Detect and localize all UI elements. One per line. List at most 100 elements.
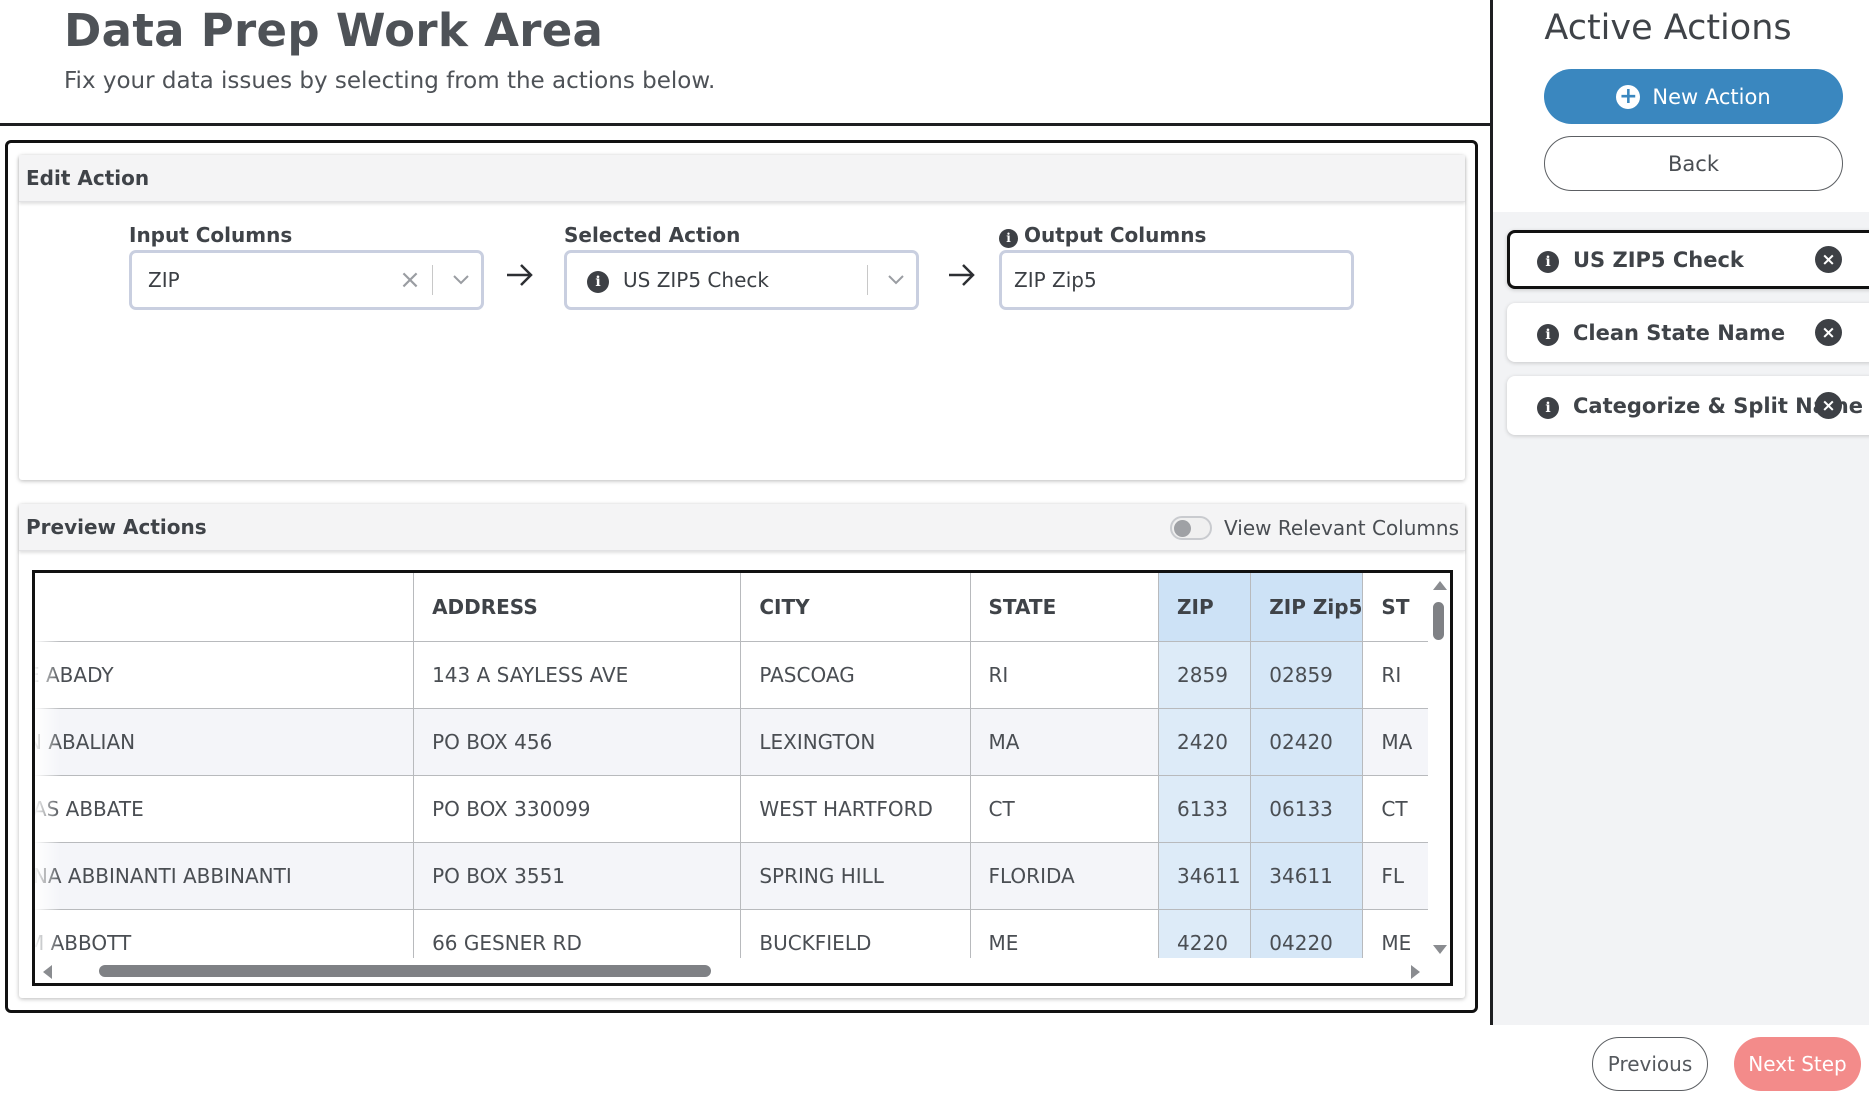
table-cell: PO BOX 330099 [413, 775, 742, 843]
column-header-city[interactable]: CITY [740, 573, 971, 642]
arrow-right-icon [947, 258, 977, 296]
table-cell: CT [970, 775, 1160, 843]
output-columns-label: Output Columns [1024, 223, 1207, 248]
column-header-zip-zip5[interactable]: ZIP Zip5 [1250, 573, 1364, 642]
selected-action-select[interactable]: i US ZIP5 Check [564, 250, 919, 310]
table-cell: SPRING HILL [740, 842, 971, 910]
table-cell: 6133 [1158, 775, 1252, 843]
table-cell: PASCOAG [740, 641, 971, 709]
sidebar-title: Active Actions [1544, 8, 1792, 48]
input-columns-select[interactable]: ZIP × [129, 250, 484, 310]
table-row: N ABALIAN PO BOX 456 LEXINGTON MA 2420 0… [35, 708, 1432, 776]
table-header-row: NAME ADDRESS CITY STATE ZIP ZIP Zip5 ST [35, 573, 1432, 642]
new-action-label: New Action [1652, 84, 1771, 109]
table-cell: 143 A SAYLESS AVE [413, 641, 742, 709]
close-circle-icon[interactable]: × [1815, 319, 1842, 346]
output-columns-input[interactable]: ZIP Zip5 [999, 250, 1354, 310]
view-relevant-columns-label: View Relevant Columns [1224, 515, 1459, 540]
view-relevant-columns-toggle[interactable] [1170, 515, 1213, 540]
horizontal-scrollbar[interactable] [35, 958, 1450, 983]
column-header-st[interactable]: ST [1362, 573, 1432, 642]
selected-action-label: Selected Action [564, 223, 741, 247]
table-cell: 34611 [1158, 842, 1252, 910]
table-cell: FLORIDA [970, 842, 1160, 910]
chevron-down-icon[interactable] [441, 253, 481, 307]
horizontal-scroll-thumb[interactable] [99, 965, 711, 977]
plus-circle-icon: + [1616, 84, 1641, 109]
selected-action-value: US ZIP5 Check [623, 268, 769, 292]
scroll-up-icon[interactable] [1433, 581, 1447, 590]
preview-actions-title: Preview Actions [26, 515, 207, 539]
previous-button[interactable]: Previous [1592, 1037, 1708, 1091]
active-action-item[interactable]: i Clean State Name × [1507, 303, 1869, 362]
table-cell: 02859 [1250, 641, 1364, 709]
active-actions-sidebar: Active Actions + New Action Back i US ZI… [1493, 0, 1869, 1025]
table-row: IAS ABBATE PO BOX 330099 WEST HARTFORD C… [35, 775, 1432, 843]
table-cell: 34611 [1250, 842, 1364, 910]
table-row: E ABADY 143 A SAYLESS AVE PASCOAG RI 285… [35, 641, 1432, 709]
next-step-button[interactable]: Next Step [1734, 1037, 1861, 1091]
table-cell: PO BOX 3551 [413, 842, 742, 910]
active-action-item[interactable]: i US ZIP5 Check × [1507, 230, 1869, 289]
info-icon[interactable]: i [1537, 247, 1559, 273]
edit-action-header: Edit Action [19, 155, 1465, 202]
input-columns-label: Input Columns [129, 223, 293, 247]
info-icon[interactable]: i [1537, 393, 1559, 419]
scroll-down-icon[interactable] [1433, 945, 1447, 954]
column-header-name[interactable]: NAME [35, 573, 415, 642]
work-area: Data Prep Work Area Fix your data issues… [0, 0, 1493, 1025]
column-header-state[interactable]: STATE [970, 573, 1160, 642]
vertical-scroll-thumb[interactable] [1433, 602, 1444, 640]
table-cell: RI [1362, 641, 1432, 709]
preview-table-frame: NAME ADDRESS CITY STATE ZIP ZIP Zip5 ST … [32, 570, 1453, 986]
new-action-button[interactable]: + New Action [1544, 69, 1843, 124]
info-icon[interactable]: i [999, 223, 1018, 248]
select-separator [432, 265, 433, 295]
output-columns-value: ZIP Zip5 [1014, 268, 1097, 292]
table-cell: MA [970, 708, 1160, 776]
table-cell: CT [1362, 775, 1432, 843]
scroll-right-icon[interactable] [1411, 965, 1420, 979]
vertical-scrollbar[interactable] [1428, 573, 1450, 966]
table-cell: INA ABBINANTI ABBINANTI [35, 842, 415, 910]
input-columns-value: ZIP [148, 268, 180, 292]
table-cell: FL [1362, 842, 1432, 910]
clear-x-icon[interactable]: × [396, 265, 424, 295]
scroll-left-icon[interactable] [43, 965, 52, 979]
table-cell: WEST HARTFORD [740, 775, 971, 843]
info-icon: i [567, 267, 609, 293]
active-action-label: US ZIP5 Check [1573, 247, 1744, 272]
table-cell: 2859 [1158, 641, 1252, 709]
table-cell: 2420 [1158, 708, 1252, 776]
active-action-label: Clean State Name [1573, 320, 1786, 345]
table-row: INA ABBINANTI ABBINANTI PO BOX 3551 SPRI… [35, 842, 1432, 910]
column-header-address[interactable]: ADDRESS [413, 573, 742, 642]
output-columns-label-group: i Output Columns [999, 223, 1206, 248]
footer-nav: Previous Next Step [0, 1025, 1869, 1096]
view-relevant-columns-control: View Relevant Columns [1170, 504, 1459, 551]
close-circle-icon[interactable]: × [1815, 246, 1842, 273]
arrow-right-icon [505, 258, 535, 296]
chevron-down-icon[interactable] [876, 253, 916, 307]
table-cell: 06133 [1250, 775, 1364, 843]
table-cell: E ABADY [35, 641, 415, 709]
preview-table: NAME ADDRESS CITY STATE ZIP ZIP Zip5 ST … [35, 573, 1432, 977]
header-divider [0, 123, 1492, 126]
info-icon[interactable]: i [1537, 320, 1559, 346]
table-cell: 02420 [1250, 708, 1364, 776]
table-cell: MA [1362, 708, 1432, 776]
page-title: Data Prep Work Area [64, 4, 604, 57]
page-subtitle: Fix your data issues by selecting from t… [64, 68, 716, 94]
table-cell: RI [970, 641, 1160, 709]
table-cell: PO BOX 456 [413, 708, 742, 776]
table-cell: LEXINGTON [740, 708, 971, 776]
edit-action-panel: Edit Action [19, 155, 1465, 480]
table-cell: IAS ABBATE [35, 775, 415, 843]
table-cell: N ABALIAN [35, 708, 415, 776]
close-circle-icon[interactable]: × [1815, 392, 1842, 419]
back-button[interactable]: Back [1544, 136, 1843, 191]
active-action-item[interactable]: i Categorize & Split Name × [1507, 376, 1869, 435]
select-separator [867, 265, 868, 295]
sidebar-header: Active Actions + New Action Back [1493, 0, 1869, 212]
column-header-zip[interactable]: ZIP [1158, 573, 1252, 642]
